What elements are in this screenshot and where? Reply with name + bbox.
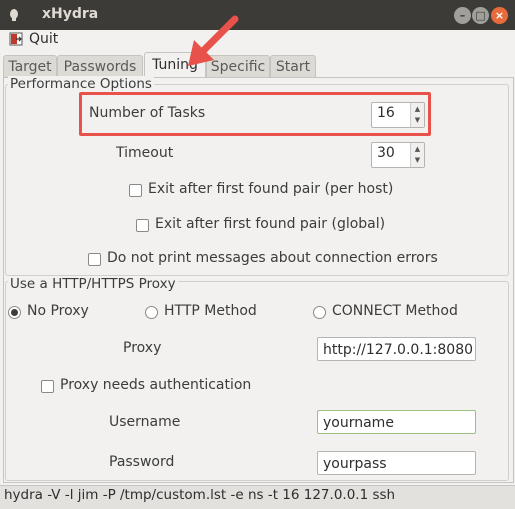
proxy-auth-checkbox[interactable] [41, 380, 54, 393]
http-method-label[interactable]: HTTP Method [164, 303, 257, 319]
proxy-label: Proxy [123, 340, 162, 356]
command-preview: hydra -V -l jim -P /tmp/custom.lst -e ns… [4, 487, 396, 503]
password-input[interactable]: yourpass [317, 451, 476, 475]
tab-target[interactable]: Target [3, 55, 57, 78]
exit-per-host-checkbox[interactable] [129, 184, 142, 197]
timeout-spinbox[interactable]: 30 ▲ ▼ [371, 142, 425, 168]
proxy-frame-title: Use a HTTP/HTTPS Proxy [8, 276, 178, 292]
http-method-radio[interactable] [145, 306, 158, 319]
proxy-input[interactable]: http://127.0.0.1:8080 [317, 337, 476, 361]
menu-bar [0, 30, 515, 51]
close-button[interactable]: × [491, 7, 508, 24]
exit-per-host-label[interactable]: Exit after first found pair (per host) [148, 181, 393, 197]
username-input[interactable]: yourname [317, 410, 476, 434]
proxy-auth-label[interactable]: Proxy needs authentication [60, 377, 251, 393]
quit-menu-item[interactable]: Quit [29, 31, 58, 47]
no-proxy-label[interactable]: No Proxy [27, 303, 89, 319]
exit-global-checkbox[interactable] [136, 219, 149, 232]
annotation-arrow-icon [188, 15, 239, 66]
tab-start[interactable]: Start [270, 55, 316, 78]
spin-up-icon[interactable]: ▲ [411, 144, 424, 155]
connect-method-radio[interactable] [313, 306, 326, 319]
maximize-button[interactable]: □ [472, 7, 489, 24]
username-label: Username [109, 414, 181, 430]
exit-global-label[interactable]: Exit after first found pair (global) [155, 216, 385, 232]
quit-icon[interactable] [9, 32, 23, 46]
no-proxy-radio[interactable] [8, 306, 21, 319]
no-conn-errors-checkbox[interactable] [88, 253, 101, 266]
performance-frame-title: Performance Options [8, 76, 154, 92]
timeout-label: Timeout [116, 145, 174, 161]
connect-method-label[interactable]: CONNECT Method [332, 303, 458, 319]
timeout-value: 30 [377, 145, 395, 161]
spin-down-icon[interactable]: ▼ [411, 155, 424, 166]
tab-passwords[interactable]: Passwords [57, 55, 143, 78]
minimize-button[interactable]: – [454, 7, 471, 24]
no-conn-errors-label[interactable]: Do not print messages about connection e… [107, 250, 438, 266]
app-icon [10, 9, 18, 21]
highlight-box [79, 92, 431, 136]
password-label: Password [109, 454, 175, 470]
window-title: xHydra [42, 6, 99, 22]
